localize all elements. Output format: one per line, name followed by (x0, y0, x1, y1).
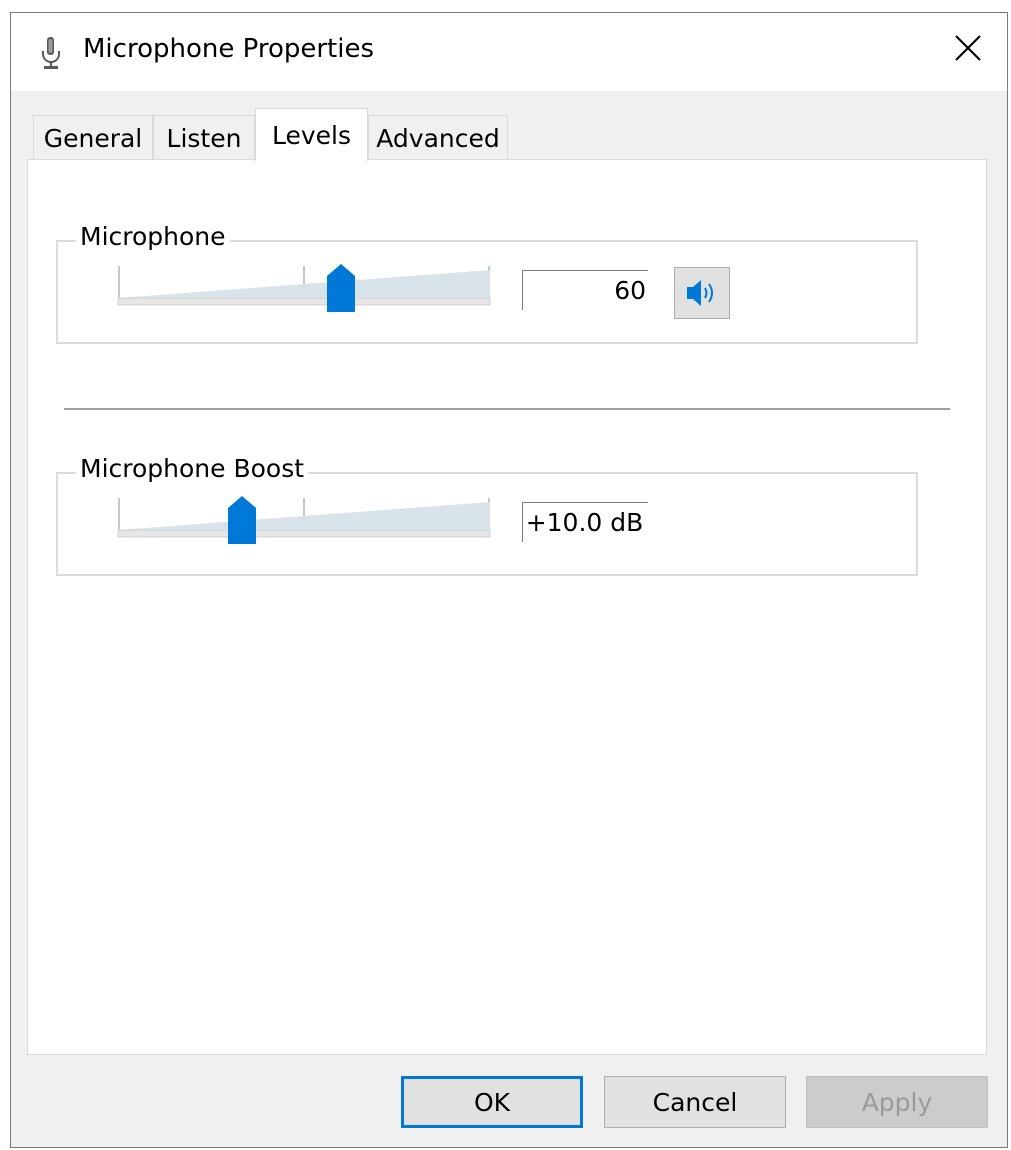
properties-dialog: Microphone Properties General Listen Lev… (10, 12, 1008, 1148)
window-title: Microphone Properties (83, 34, 375, 64)
microphone-level-slider[interactable] (116, 264, 492, 318)
apply-button[interactable]: Apply (806, 1076, 988, 1128)
section-divider (64, 408, 950, 410)
microphone-boost-value[interactable]: +10.0 dB (522, 502, 648, 542)
speaker-icon (687, 280, 713, 306)
microphone-label: Microphone (76, 222, 230, 251)
tab-label: Advanced (376, 123, 500, 153)
close-button[interactable] (929, 13, 1007, 83)
tab-label: Listen (166, 123, 242, 153)
microphone-boost-label: Microphone Boost (76, 454, 309, 483)
slider-track (117, 498, 491, 538)
tab-advanced[interactable]: Advanced (368, 115, 508, 160)
microphone-boost-group: Microphone Boost +10.0 dB (56, 454, 918, 576)
slider-thumb[interactable] (227, 496, 256, 544)
title-bar: Microphone Properties (11, 13, 1007, 91)
mute-toggle-button[interactable] (674, 267, 730, 319)
tab-levels[interactable]: Levels (255, 108, 368, 161)
tab-listen[interactable]: Listen (153, 115, 255, 160)
tab-label: Levels (271, 120, 352, 150)
microphone-icon (42, 37, 60, 69)
levels-panel: Microphone 60 Microphone Boost +10.0 dB (27, 159, 987, 1055)
microphone-boost-slider[interactable] (116, 496, 492, 550)
close-icon (955, 35, 981, 61)
slider-track (117, 266, 491, 306)
tab-label: General (43, 123, 143, 153)
microphone-group: Microphone 60 (56, 222, 918, 344)
ok-button[interactable]: OK (401, 1076, 583, 1128)
microphone-level-value[interactable]: 60 (522, 270, 648, 310)
slider-thumb[interactable] (327, 264, 356, 312)
cancel-button[interactable]: Cancel (604, 1076, 786, 1128)
tab-general[interactable]: General (33, 115, 153, 160)
